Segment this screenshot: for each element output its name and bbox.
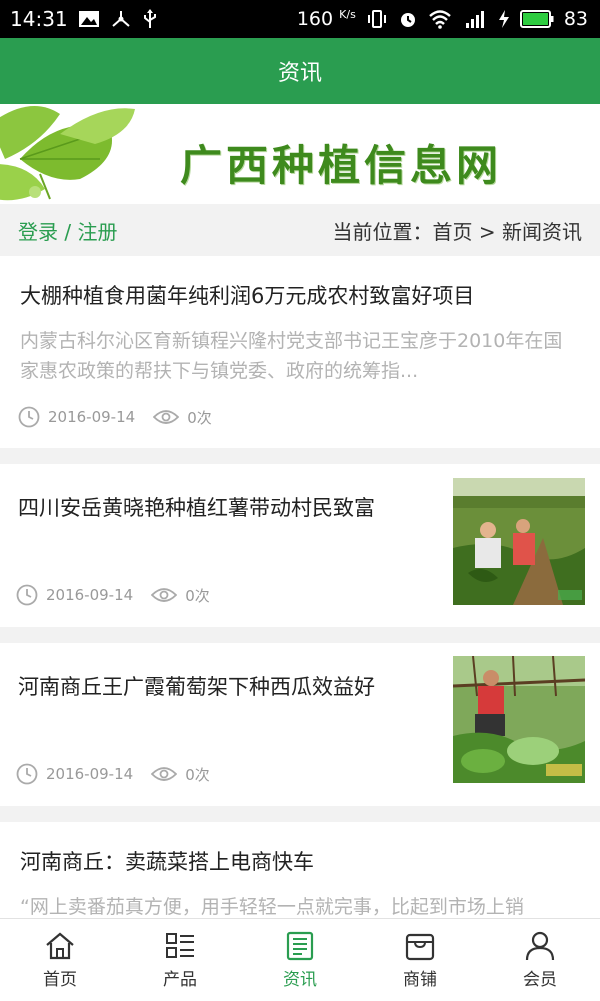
status-time: 14:31	[10, 7, 68, 31]
grid-list-icon	[166, 932, 194, 958]
net-speed-value: 160	[296, 8, 334, 30]
wifi-icon	[428, 9, 452, 29]
sweet-potato-farm-photo	[453, 478, 585, 605]
auth-links: 登录 / 注册	[18, 216, 117, 245]
ginkgo-leaf-illustration	[0, 106, 135, 201]
banner-title: 广西种植信息网	[180, 141, 503, 190]
tab-label: 资讯	[283, 969, 317, 990]
news-thumbnail[interactable]	[453, 656, 585, 783]
news-item-4[interactable]: 河南商丘：卖蔬菜搭上电商快车 “网上卖番茄真方便，用手轻轻一点就完事，比起到市场…	[0, 822, 600, 918]
status-bar: 14:31 160 K/s 83	[0, 0, 600, 38]
net-speed-unit: K/s	[339, 8, 356, 21]
news-summary: 内蒙古科尔沁区育新镇程兴隆村党支部书记王宝彦于2010年在国家惠农政策的帮扶下与…	[20, 330, 563, 382]
user-icon	[525, 931, 555, 960]
news-meta: 2016-09-14 0次	[16, 584, 210, 606]
news-date: 2016-09-14	[48, 408, 136, 426]
news-title[interactable]: 河南商丘：卖蔬菜搭上电商快车	[20, 846, 314, 876]
network-share-icon	[110, 9, 132, 29]
battery-icon	[519, 10, 554, 28]
eye-icon	[151, 586, 178, 604]
news-title[interactable]: 河南商丘王广霞葡萄架下种西瓜效益好	[18, 671, 375, 701]
battery-percent: 83	[563, 8, 588, 30]
news-doc-icon	[286, 931, 314, 960]
auth-separator: /	[58, 219, 78, 244]
news-thumbnail[interactable]	[453, 478, 585, 605]
breadcrumb: 当前位置：首页 > 新闻资讯	[332, 219, 582, 244]
eye-icon	[153, 408, 180, 426]
bottom-nav: 首页 产品 资讯 商铺 会员	[0, 918, 600, 1001]
news-views: 0次	[185, 586, 210, 605]
home-icon	[46, 932, 74, 959]
alarm-icon	[398, 9, 418, 29]
page-title-bar: 资讯	[0, 38, 600, 104]
tab-stores[interactable]: 商铺	[360, 919, 480, 1001]
site-banner: 广西种植信息网	[0, 104, 600, 204]
news-views: 0次	[187, 408, 212, 427]
news-views: 0次	[185, 765, 210, 784]
tab-label: 商铺	[403, 969, 437, 990]
eye-icon	[151, 765, 178, 783]
tab-label: 首页	[43, 969, 77, 990]
news-date: 2016-09-14	[46, 586, 134, 604]
cell-signal-icon	[462, 9, 488, 29]
clock-icon	[16, 763, 38, 785]
login-link[interactable]: 登录	[18, 220, 58, 244]
tab-home[interactable]: 首页	[0, 919, 120, 1001]
news-date: 2016-09-14	[46, 765, 134, 783]
news-title[interactable]: 大棚种植食用菌年纯利润6万元成农村致富好项目	[20, 280, 474, 310]
tab-label: 产品	[163, 969, 197, 990]
news-title[interactable]: 四川安岳黄晓艳种植红薯带动村民致富	[18, 492, 375, 522]
tab-label: 会员	[523, 969, 557, 990]
vibrate-icon	[366, 9, 388, 29]
tab-news[interactable]: 资讯	[240, 919, 360, 1001]
breadcrumb-bar: 登录 / 注册 当前位置：首页 > 新闻资讯	[0, 204, 600, 256]
tab-products[interactable]: 产品	[120, 919, 240, 1001]
news-meta: 2016-09-14 0次	[16, 763, 210, 785]
news-item-3[interactable]: 河南商丘王广霞葡萄架下种西瓜效益好 2016-09-14 0次	[0, 643, 600, 806]
clock-icon	[18, 406, 40, 428]
register-link[interactable]: 注册	[77, 220, 117, 244]
news-item-1[interactable]: 大棚种植食用菌年纯利润6万元成农村致富好项目 内蒙古科尔沁区育新镇程兴隆村党支部…	[0, 256, 600, 448]
usb-icon	[142, 8, 158, 30]
clock-icon	[16, 584, 38, 606]
image-icon	[78, 10, 100, 28]
net-speed: 160 K/s	[297, 8, 356, 30]
news-item-2[interactable]: 四川安岳黄晓艳种植红薯带动村民致富 2016-09-14 0次	[0, 464, 600, 627]
watermelon-farm-photo	[453, 656, 585, 783]
page-title: 资讯	[277, 61, 322, 86]
news-meta: 2016-09-14 0次	[18, 406, 212, 428]
store-icon	[405, 933, 435, 960]
charging-icon	[498, 9, 510, 29]
tab-member[interactable]: 会员	[480, 919, 600, 1001]
